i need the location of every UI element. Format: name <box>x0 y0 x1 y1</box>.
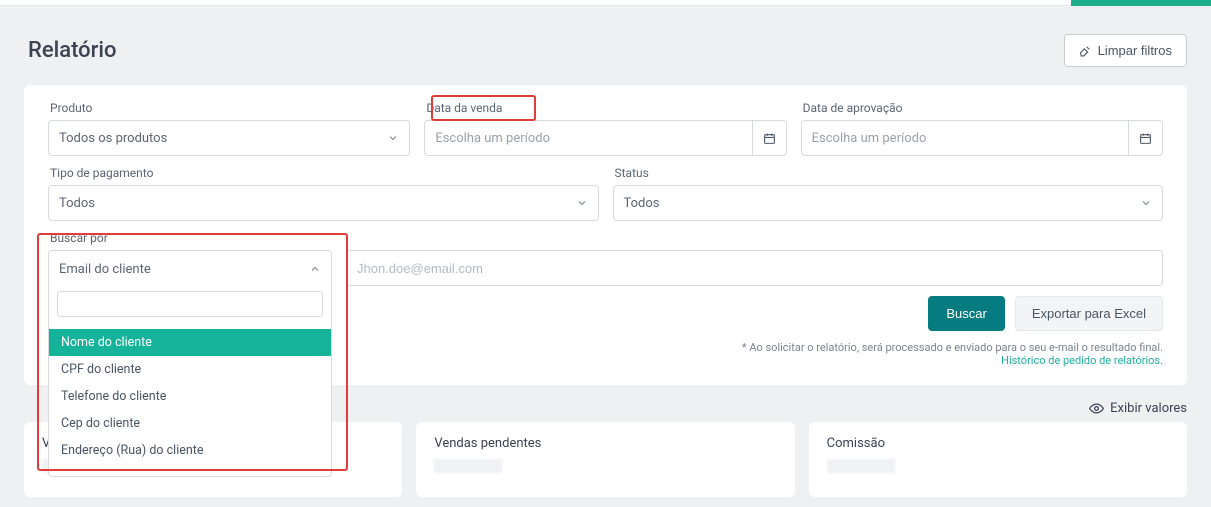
card-hidden-value <box>434 459 502 473</box>
clear-filters-button[interactable]: Limpar filtros <box>1064 34 1187 67</box>
card-commission: Comissão <box>809 422 1187 497</box>
chevron-down-icon <box>576 197 588 209</box>
clear-filters-label: Limpar filtros <box>1098 43 1172 58</box>
export-excel-button[interactable]: Exportar para Excel <box>1015 296 1163 331</box>
show-values-label: Exibir valores <box>1110 401 1187 416</box>
dropdown-search-input[interactable] <box>57 291 323 317</box>
dropdown-search-wrap <box>49 287 331 323</box>
note-text: * Ao solicitar o relatório, será process… <box>742 341 1163 354</box>
product-select[interactable]: Todos os produtos <box>48 120 410 156</box>
approval-date-placeholder: Escolha um período <box>802 131 1128 146</box>
dropdown-option-partial-bottom <box>49 464 331 476</box>
eraser-icon <box>1079 44 1092 57</box>
approval-date-input[interactable]: Escolha um período <box>801 120 1163 156</box>
search-by-selected[interactable]: Email do cliente <box>49 251 331 287</box>
status-field: Status Todos <box>613 166 1164 221</box>
dropdown-option[interactable]: Cep do cliente <box>49 410 331 437</box>
dropdown-option[interactable]: CPF do cliente <box>49 356 331 383</box>
sale-date-field: Data da venda Escolha um período <box>424 101 786 156</box>
product-value: Todos os produtos <box>59 131 167 146</box>
search-by-label: Buscar por <box>48 231 332 245</box>
chevron-up-icon <box>309 263 321 275</box>
calendar-icon[interactable] <box>1128 121 1162 155</box>
page-title: Relatório <box>28 38 117 63</box>
sale-date-input[interactable]: Escolha um período <box>424 120 786 156</box>
search-input-wrap[interactable] <box>346 250 1163 286</box>
search-by-field: Buscar por Email do cliente Nome do cl <box>48 231 332 286</box>
dropdown-option[interactable]: Telefone do cliente <box>49 383 331 410</box>
search-input-field <box>346 231 1163 286</box>
card-title: Comissão <box>827 436 1169 451</box>
search-button[interactable]: Buscar <box>928 296 1004 331</box>
search-input-spacer <box>346 231 1163 245</box>
active-nav-indicator <box>1071 0 1211 6</box>
status-label: Status <box>613 166 1164 180</box>
dropdown-option[interactable]: Endereço (Rua) do cliente <box>49 437 331 464</box>
product-field: Produto Todos os produtos <box>48 101 410 156</box>
approval-date-label: Data de aprovação <box>801 101 1163 115</box>
sale-date-label: Data da venda <box>424 101 786 115</box>
search-by-dropdown[interactable]: Email do cliente Nome do cliente CPF do … <box>48 250 332 477</box>
sale-date-placeholder: Escolha um período <box>425 131 751 146</box>
dropdown-options[interactable]: Nome do cliente CPF do cliente Telefone … <box>49 323 331 476</box>
card-title: Vendas pendentes <box>434 436 776 451</box>
eye-icon <box>1089 401 1104 416</box>
dropdown-option[interactable]: Nome do cliente <box>49 329 331 356</box>
chevron-down-icon <box>387 132 399 144</box>
card-hidden-value <box>827 459 895 473</box>
status-select[interactable]: Todos <box>613 185 1164 221</box>
product-label: Produto <box>48 101 410 115</box>
chevron-down-icon <box>1140 197 1152 209</box>
page-header: Relatório Limpar filtros <box>0 6 1211 77</box>
report-history-link[interactable]: Histórico de pedido de relatórios. <box>1001 354 1163 367</box>
filter-panel: Produto Todos os produtos Data da venda … <box>24 85 1187 385</box>
payment-type-label: Tipo de pagamento <box>48 166 599 180</box>
payment-type-field: Tipo de pagamento Todos <box>48 166 599 221</box>
card-pending-sales: Vendas pendentes <box>416 422 794 497</box>
payment-type-value: Todos <box>59 196 95 211</box>
approval-date-field: Data de aprovação Escolha um período <box>801 101 1163 156</box>
payment-type-select[interactable]: Todos <box>48 185 599 221</box>
top-bar <box>0 0 1211 6</box>
search-input[interactable] <box>357 261 1152 276</box>
status-value: Todos <box>624 196 660 211</box>
search-by-value: Email do cliente <box>59 262 151 277</box>
calendar-icon[interactable] <box>752 121 786 155</box>
